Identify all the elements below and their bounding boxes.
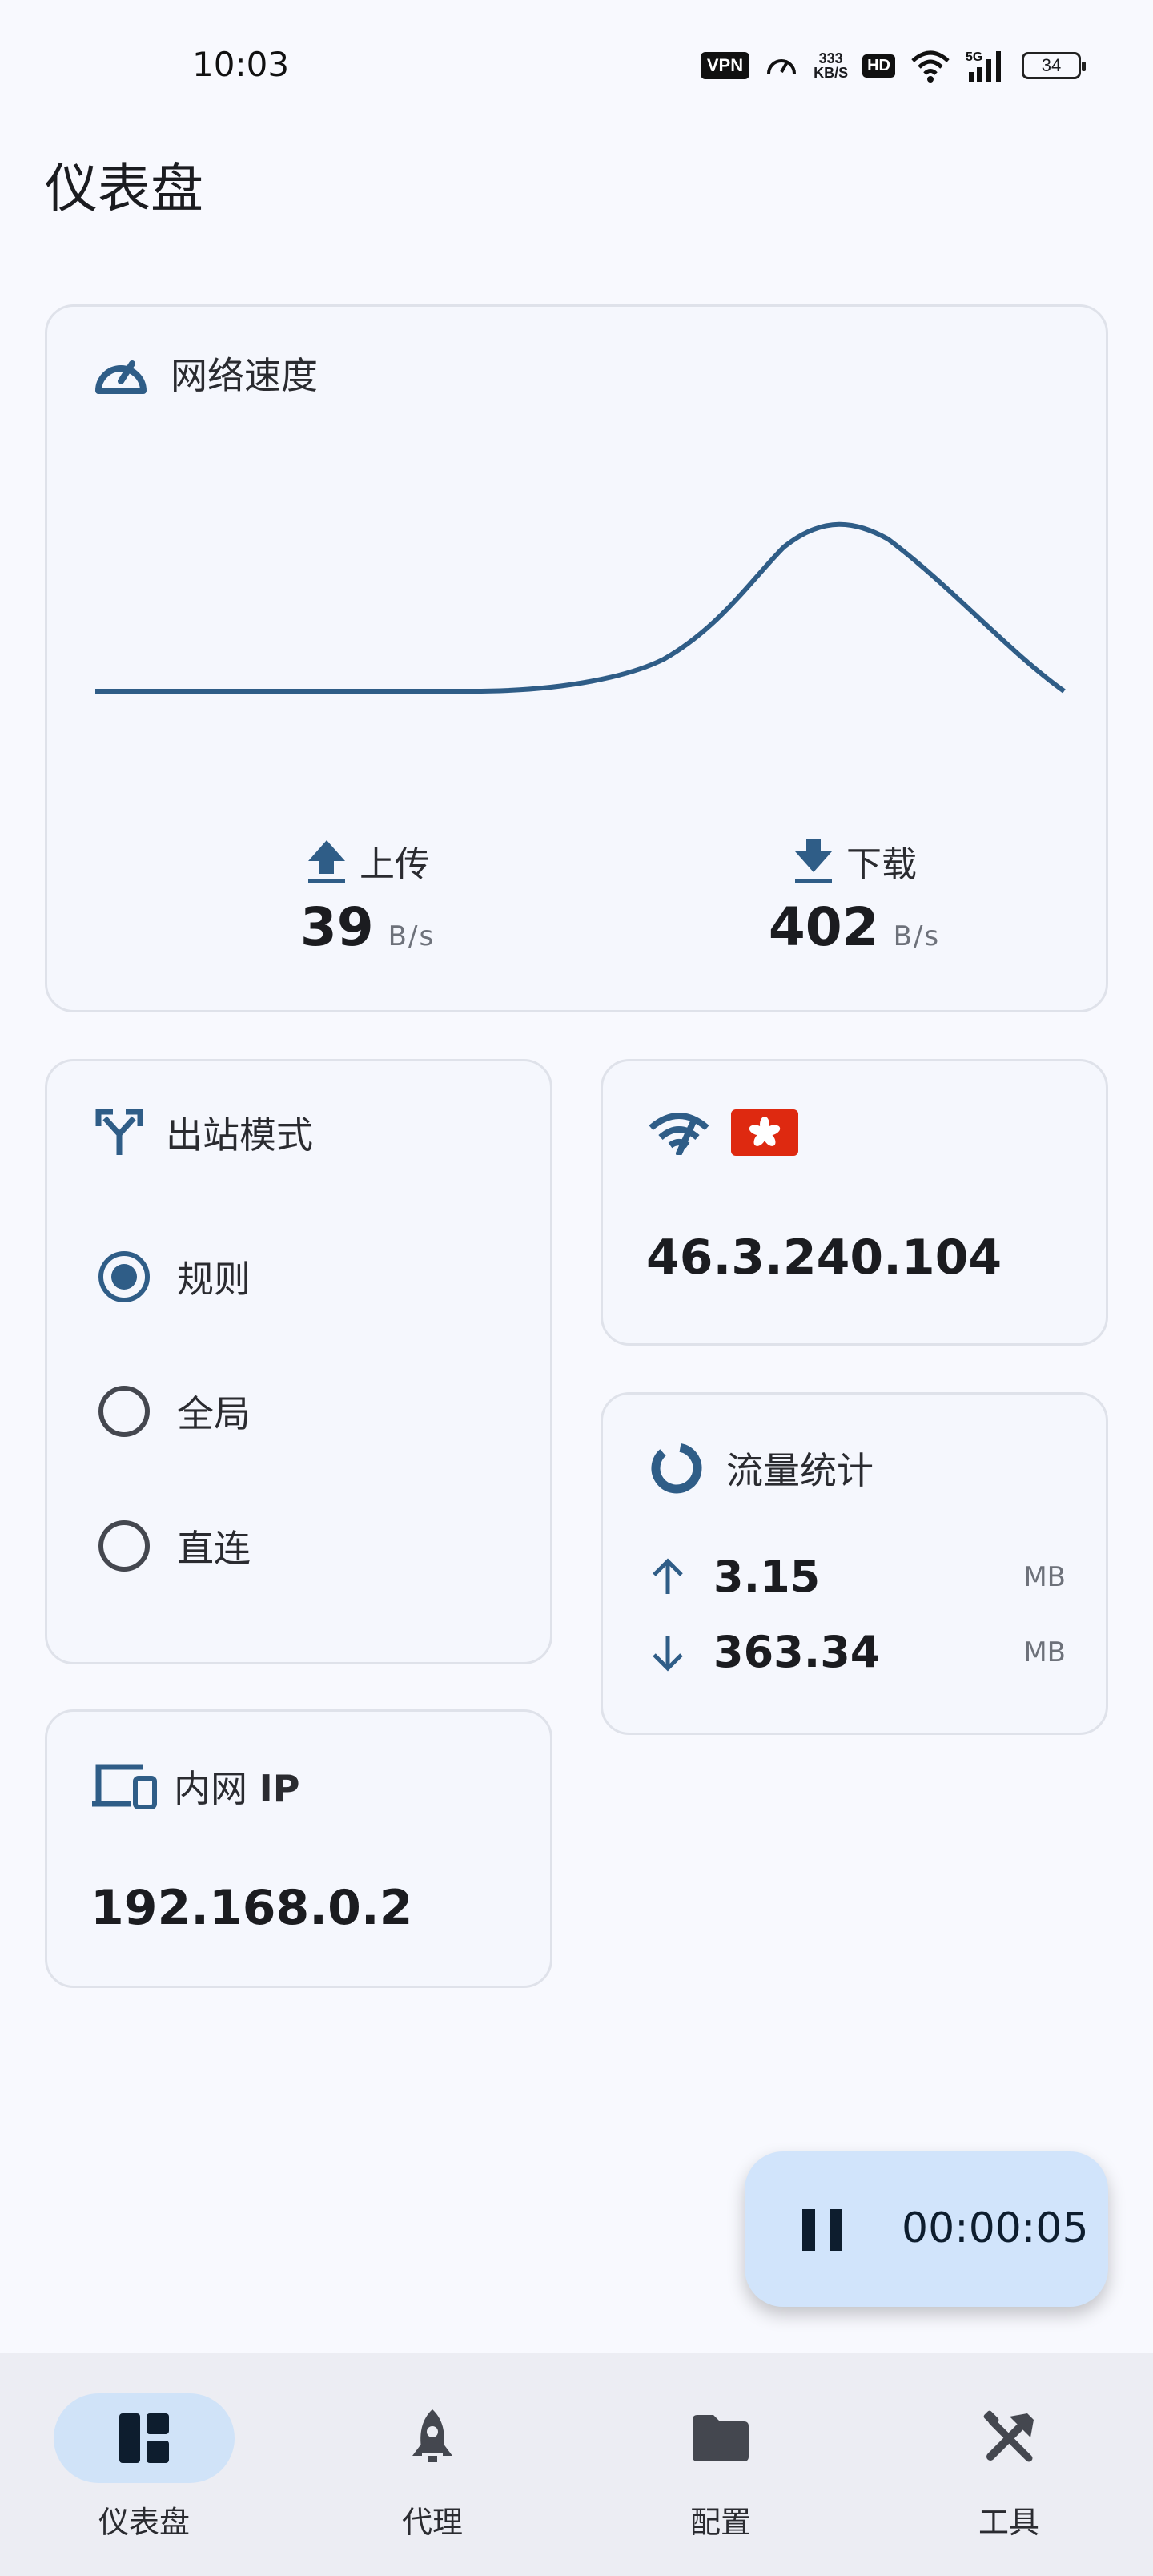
- outbound-mode-card: 出站模式 规则 全局 直连: [45, 1059, 552, 1664]
- nav-item-config[interactable]: 配置: [601, 2393, 841, 2542]
- nav-label: 工具: [978, 2505, 1039, 2540]
- lan-title-prefix: 内网: [174, 1767, 247, 1810]
- network-type-label: 5G: [966, 50, 982, 64]
- status-bar: 10:03 VPN 333 KB/S HD 5G 34: [0, 0, 1153, 128]
- traffic-upload-value: 3.15: [713, 1552, 821, 1602]
- dashboard-icon: [119, 2413, 169, 2463]
- traffic-upload-row: 3.15 MB: [649, 1552, 1066, 1602]
- card-header: [648, 1109, 798, 1156]
- card-header: 流量统计: [648, 1439, 874, 1497]
- mode-option-global[interactable]: 全局: [98, 1385, 251, 1438]
- nav-label: 代理: [401, 2505, 463, 2540]
- traffic-stats-card[interactable]: 流量统计 3.15 MB 363.34 MB: [601, 1392, 1108, 1735]
- mode-option-label: 规则: [177, 1258, 251, 1301]
- mode-option-direct[interactable]: 直连: [98, 1519, 251, 1572]
- nav-indicator: [918, 2393, 1099, 2483]
- nav-label: 仪表盘: [98, 2505, 190, 2540]
- radio-unchecked-icon[interactable]: [98, 1520, 150, 1572]
- hong-kong-flag-icon: [731, 1109, 798, 1156]
- rocket-icon: [412, 2409, 452, 2462]
- vpn-badge: VPN: [700, 52, 750, 79]
- folder-icon: [693, 2415, 749, 2461]
- download-icon: [795, 839, 832, 883]
- traffic-download-unit: MB: [1023, 1636, 1066, 1668]
- net-speed-indicator: 333 KB/S: [814, 51, 848, 80]
- download-label: 下载: [846, 844, 917, 885]
- card-header: 内网 IP: [90, 1760, 299, 1813]
- card-title: 网络速度: [171, 354, 318, 397]
- nav-label: 配置: [689, 2505, 751, 2540]
- wifi-signal-icon: [649, 1113, 709, 1155]
- traffic-download-row: 363.34 MB: [649, 1627, 1066, 1677]
- nav-item-dashboard[interactable]: 仪表盘: [24, 2393, 264, 2542]
- download-value: 402: [768, 896, 879, 958]
- card-header: 出站模式: [94, 1106, 313, 1159]
- nav-item-proxy[interactable]: 代理: [312, 2393, 552, 2542]
- lan-title-suffix: IP: [259, 1767, 300, 1810]
- upload-label: 上传: [360, 844, 430, 885]
- fork-arrows-icon: [95, 1109, 143, 1155]
- download-speed: 下载 402 B/s: [694, 835, 1014, 958]
- public-ip-value: 46.3.240.104: [646, 1230, 1002, 1286]
- upload-icon: [308, 840, 345, 883]
- download-unit: B/s: [893, 920, 941, 952]
- traffic-upload-unit: MB: [1023, 1560, 1066, 1593]
- nav-active-indicator: [54, 2393, 235, 2483]
- status-icons: VPN 333 KB/S HD 5G 34: [700, 45, 1086, 87]
- wifi-status-icon: [911, 50, 950, 83]
- arrow-down-icon: [653, 1635, 683, 1672]
- hd-badge: HD: [862, 54, 895, 78]
- cell-signal-icon: 5G: [966, 50, 1001, 82]
- download-label-row: 下载: [694, 835, 1014, 887]
- card-title: 内网 IP: [174, 1760, 299, 1813]
- network-speed-card[interactable]: 网络速度 上传 39 B/s 下载 402 B/s: [45, 304, 1108, 1012]
- arrow-up-icon: [653, 1557, 683, 1594]
- radio-checked-icon[interactable]: [98, 1251, 150, 1302]
- bottom-navigation: 仪表盘 代理 配置 工具: [0, 2353, 1153, 2576]
- status-time: 10:03: [192, 45, 290, 84]
- lan-ip-card[interactable]: 内网 IP 192.168.0.2: [45, 1709, 552, 1988]
- pause-icon: [802, 2209, 842, 2251]
- nav-item-tools[interactable]: 工具: [889, 2393, 1129, 2542]
- tools-icon: [983, 2410, 1034, 2462]
- devices-icon: [92, 1764, 157, 1809]
- upload-label-row: 上传: [207, 835, 528, 887]
- page-title: 仪表盘: [45, 158, 203, 219]
- card-title: 出站模式: [166, 1113, 313, 1157]
- net-speed-unit: KB/S: [814, 65, 849, 81]
- upload-speed: 上传 39 B/s: [207, 835, 528, 958]
- lan-ip-value: 192.168.0.2: [90, 1880, 413, 1936]
- mode-option-label: 直连: [177, 1527, 251, 1570]
- nav-indicator: [342, 2393, 523, 2483]
- speed-chart: [95, 521, 1066, 694]
- net-speed-value: 333: [818, 50, 843, 66]
- battery-icon: 34: [1022, 52, 1086, 79]
- traffic-download-value: 363.34: [713, 1627, 881, 1677]
- pause-timer-button[interactable]: 00:00:05: [745, 2151, 1108, 2307]
- card-title: 流量统计: [726, 1449, 874, 1492]
- speedometer-icon: [95, 360, 147, 394]
- mode-option-label: 全局: [177, 1392, 251, 1435]
- public-ip-card[interactable]: 46.3.240.104: [601, 1059, 1108, 1346]
- download-value-row: 402 B/s: [694, 896, 1014, 958]
- upload-value: 39: [299, 896, 374, 958]
- speedometer-status-icon: [767, 59, 797, 74]
- speed-chart-line: [95, 521, 1066, 694]
- donut-chart-icon: [651, 1443, 702, 1494]
- upload-unit: B/s: [388, 920, 436, 952]
- card-header: 网络速度: [92, 347, 318, 400]
- radio-unchecked-icon[interactable]: [98, 1386, 150, 1437]
- upload-value-row: 39 B/s: [207, 896, 528, 958]
- elapsed-timer: 00:00:05: [902, 2204, 1089, 2252]
- mode-option-rule[interactable]: 规则: [98, 1250, 251, 1303]
- nav-indicator: [630, 2393, 811, 2483]
